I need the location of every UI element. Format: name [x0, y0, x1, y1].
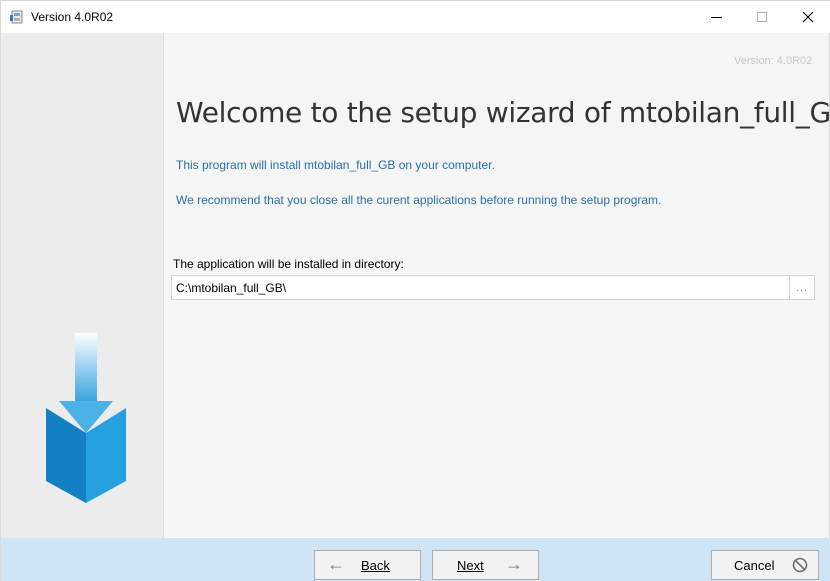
install-box-arrow-icon [46, 333, 126, 503]
maximize-icon [757, 12, 767, 22]
cancel-circle-icon [792, 557, 808, 573]
cancel-button-label: Cancel [734, 558, 775, 573]
window-title: Version 4.0R02 [31, 10, 114, 24]
arrow-right-icon: → [505, 554, 523, 574]
side-panel [1, 33, 164, 538]
minimize-button[interactable] [693, 1, 739, 33]
arrow-left-icon: ← [327, 554, 345, 574]
directory-label: The application will be installed in dir… [173, 257, 404, 271]
close-icon [802, 11, 814, 23]
next-button-label: Next [457, 558, 484, 573]
info-text-install: This program will install mtobilan_full_… [176, 158, 495, 172]
installer-window: Version 4.0R02 Version: 4.0R02 Welcome t… [0, 0, 830, 581]
back-button[interactable]: ← Back [314, 550, 421, 580]
minimize-icon [710, 16, 722, 18]
cancel-button[interactable]: Cancel [711, 550, 819, 580]
next-button[interactable]: Next → [432, 550, 539, 580]
info-text-recommendation: We recommend that you close all the cure… [176, 193, 662, 207]
directory-input[interactable]: C:\mtobilan_full_GB\ [171, 275, 790, 300]
version-watermark: Version: 4.0R02 [734, 55, 813, 67]
title-bar[interactable]: Version 4.0R02 [1, 1, 830, 33]
installer-icon [10, 10, 23, 24]
browse-button[interactable]: ... [790, 275, 815, 300]
maximize-button[interactable] [739, 1, 785, 33]
page-title: Welcome to the setup wizard of mtobilan_… [176, 96, 830, 129]
close-button[interactable] [785, 1, 830, 33]
back-button-label: Back [361, 558, 390, 573]
